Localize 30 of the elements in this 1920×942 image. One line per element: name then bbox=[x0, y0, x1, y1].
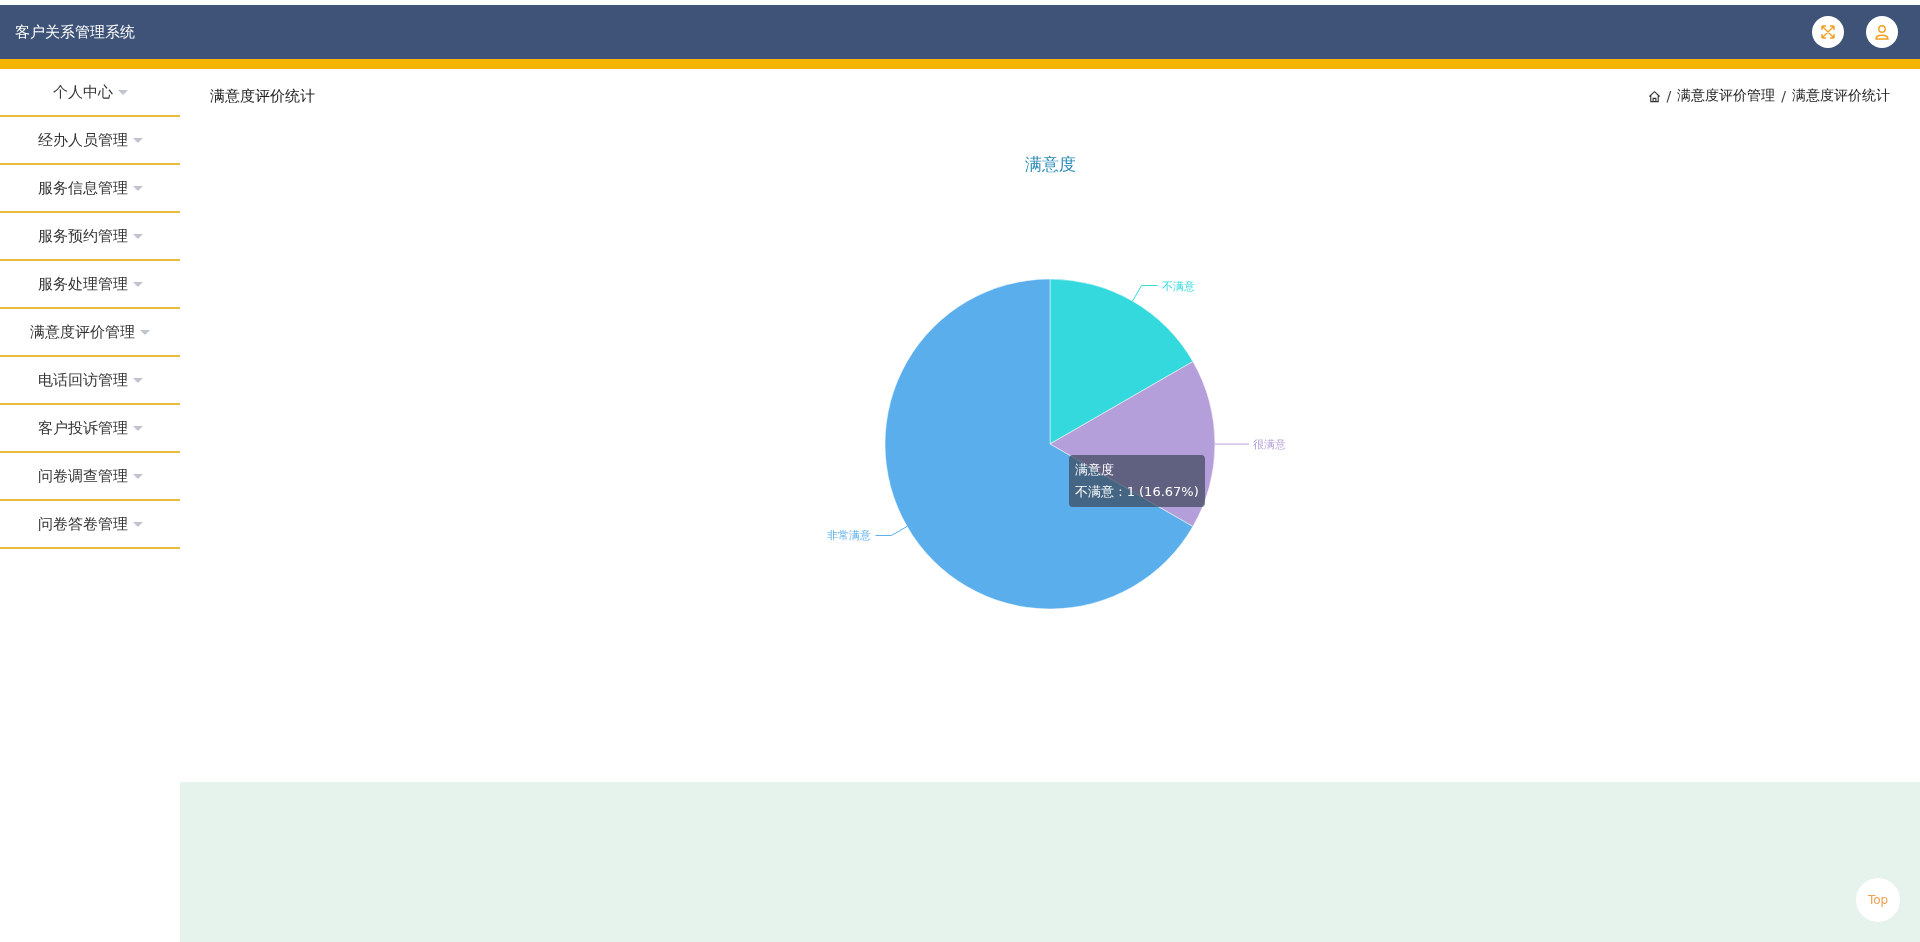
caret-icon bbox=[132, 473, 143, 479]
tooltip-title: 满意度 bbox=[1075, 461, 1115, 479]
breadcrumb-item[interactable]: 满意度评价管理 bbox=[1677, 87, 1776, 105]
user-button[interactable] bbox=[1866, 16, 1898, 48]
app-title: 客户关系管理系统 bbox=[15, 22, 135, 42]
home-icon[interactable] bbox=[1647, 89, 1661, 103]
fullscreen-icon bbox=[1820, 24, 1836, 40]
slice-label: 不满意 bbox=[1161, 279, 1195, 293]
tooltip-value: 不满意 : 1 (16.67%) bbox=[1075, 483, 1199, 501]
breadcrumb-separator: / bbox=[1781, 88, 1786, 104]
slice-label: 很满意 bbox=[1253, 438, 1286, 452]
chart-title: 满意度 bbox=[1024, 153, 1076, 176]
caret-icon bbox=[140, 329, 150, 335]
breadcrumb-separator: / bbox=[1666, 88, 1672, 104]
breadcrumb-item: 满意度评价统计 bbox=[1792, 87, 1890, 105]
leader-line bbox=[875, 525, 908, 536]
caret-icon bbox=[132, 233, 143, 239]
page-title: 满意度评价统计 bbox=[210, 86, 315, 106]
caret-icon bbox=[132, 281, 143, 287]
slice-label: 非常满意 bbox=[827, 529, 872, 543]
caret-icon bbox=[132, 185, 143, 191]
caret-icon bbox=[132, 425, 143, 431]
caret-icon bbox=[117, 89, 128, 95]
user-icon bbox=[1874, 24, 1890, 40]
leader-line bbox=[1214, 443, 1250, 445]
fullscreen-button[interactable] bbox=[1812, 16, 1844, 48]
caret-icon bbox=[132, 377, 143, 383]
leader-line bbox=[1132, 285, 1158, 302]
caret-icon bbox=[132, 521, 143, 527]
caret-icon bbox=[132, 137, 143, 143]
